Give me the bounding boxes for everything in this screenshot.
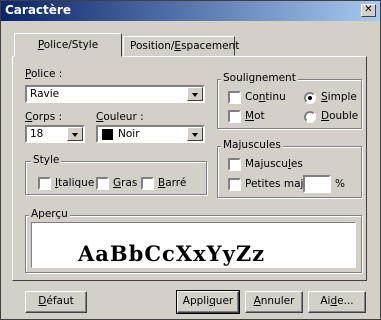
continu-label: Continu <box>245 91 286 103</box>
corps-value: 18 <box>30 128 44 140</box>
chevron-down-icon[interactable] <box>187 127 203 141</box>
italique-checkbox[interactable] <box>38 177 51 190</box>
barre-checkbox[interactable] <box>141 177 154 190</box>
defaut-button[interactable]: Défaut <box>25 291 87 313</box>
style-legend: Style <box>31 154 62 166</box>
simple-radio[interactable] <box>304 92 316 104</box>
character-dialog: Caractère ✕ Police/Style Position/Espace… <box>0 0 381 320</box>
close-button[interactable]: ✕ <box>361 4 376 17</box>
color-swatch <box>102 129 113 140</box>
preview-box: AaBbCcXxYyZz <box>31 222 356 268</box>
mot-label: Mot <box>245 110 265 122</box>
chevron-down-icon[interactable] <box>67 127 83 141</box>
majuscules-legend: Majuscules <box>221 139 283 151</box>
simple-label: Simple <box>321 91 357 103</box>
title-bar[interactable]: Caractère ✕ <box>1 1 380 21</box>
continu-checkbox[interactable] <box>228 91 241 104</box>
police-value: Ravie <box>30 88 60 100</box>
barre-label: Barré <box>158 177 187 189</box>
percent-suffix: % <box>335 178 345 190</box>
tab-police-style[interactable]: Police/Style <box>14 33 122 57</box>
gras-checkbox[interactable] <box>96 177 109 190</box>
majuscules-label: Majuscules <box>245 158 303 170</box>
mot-checkbox[interactable] <box>228 110 241 123</box>
window-title: Caractère <box>5 3 71 17</box>
police-label: Police : <box>25 68 63 80</box>
annuler-button[interactable]: Annuler <box>245 291 303 313</box>
police-select[interactable]: Ravie <box>25 85 205 103</box>
corps-select[interactable]: 18 <box>25 125 85 143</box>
petites-maj-input[interactable] <box>303 175 331 193</box>
petites-maj-checkbox[interactable] <box>228 178 241 191</box>
tab-position-espacement[interactable]: Position/Espacement <box>123 36 239 56</box>
preview-text: AaBbCcXxYyZz <box>78 241 266 266</box>
couleur-label: Couleur : <box>96 111 144 123</box>
appliquer-button[interactable]: Appliquer <box>176 290 240 314</box>
soulignement-legend: Soulignement <box>221 72 298 84</box>
gras-label: Gras <box>113 177 138 189</box>
close-icon: ✕ <box>364 4 373 15</box>
majuscules-checkbox[interactable] <box>228 158 241 171</box>
couleur-value: Noir <box>118 128 140 140</box>
couleur-select[interactable]: Noir <box>96 125 205 143</box>
corps-label: Corps : <box>25 111 63 123</box>
aide-button[interactable]: Aide... <box>308 291 366 313</box>
chevron-down-icon[interactable] <box>187 87 203 101</box>
double-label: Double <box>321 110 359 122</box>
petites-maj-label: Petites maj.: <box>245 178 311 190</box>
apercu-legend: Aperçu <box>29 208 70 220</box>
double-radio[interactable] <box>304 111 316 123</box>
italique-label: Italique <box>55 177 95 189</box>
